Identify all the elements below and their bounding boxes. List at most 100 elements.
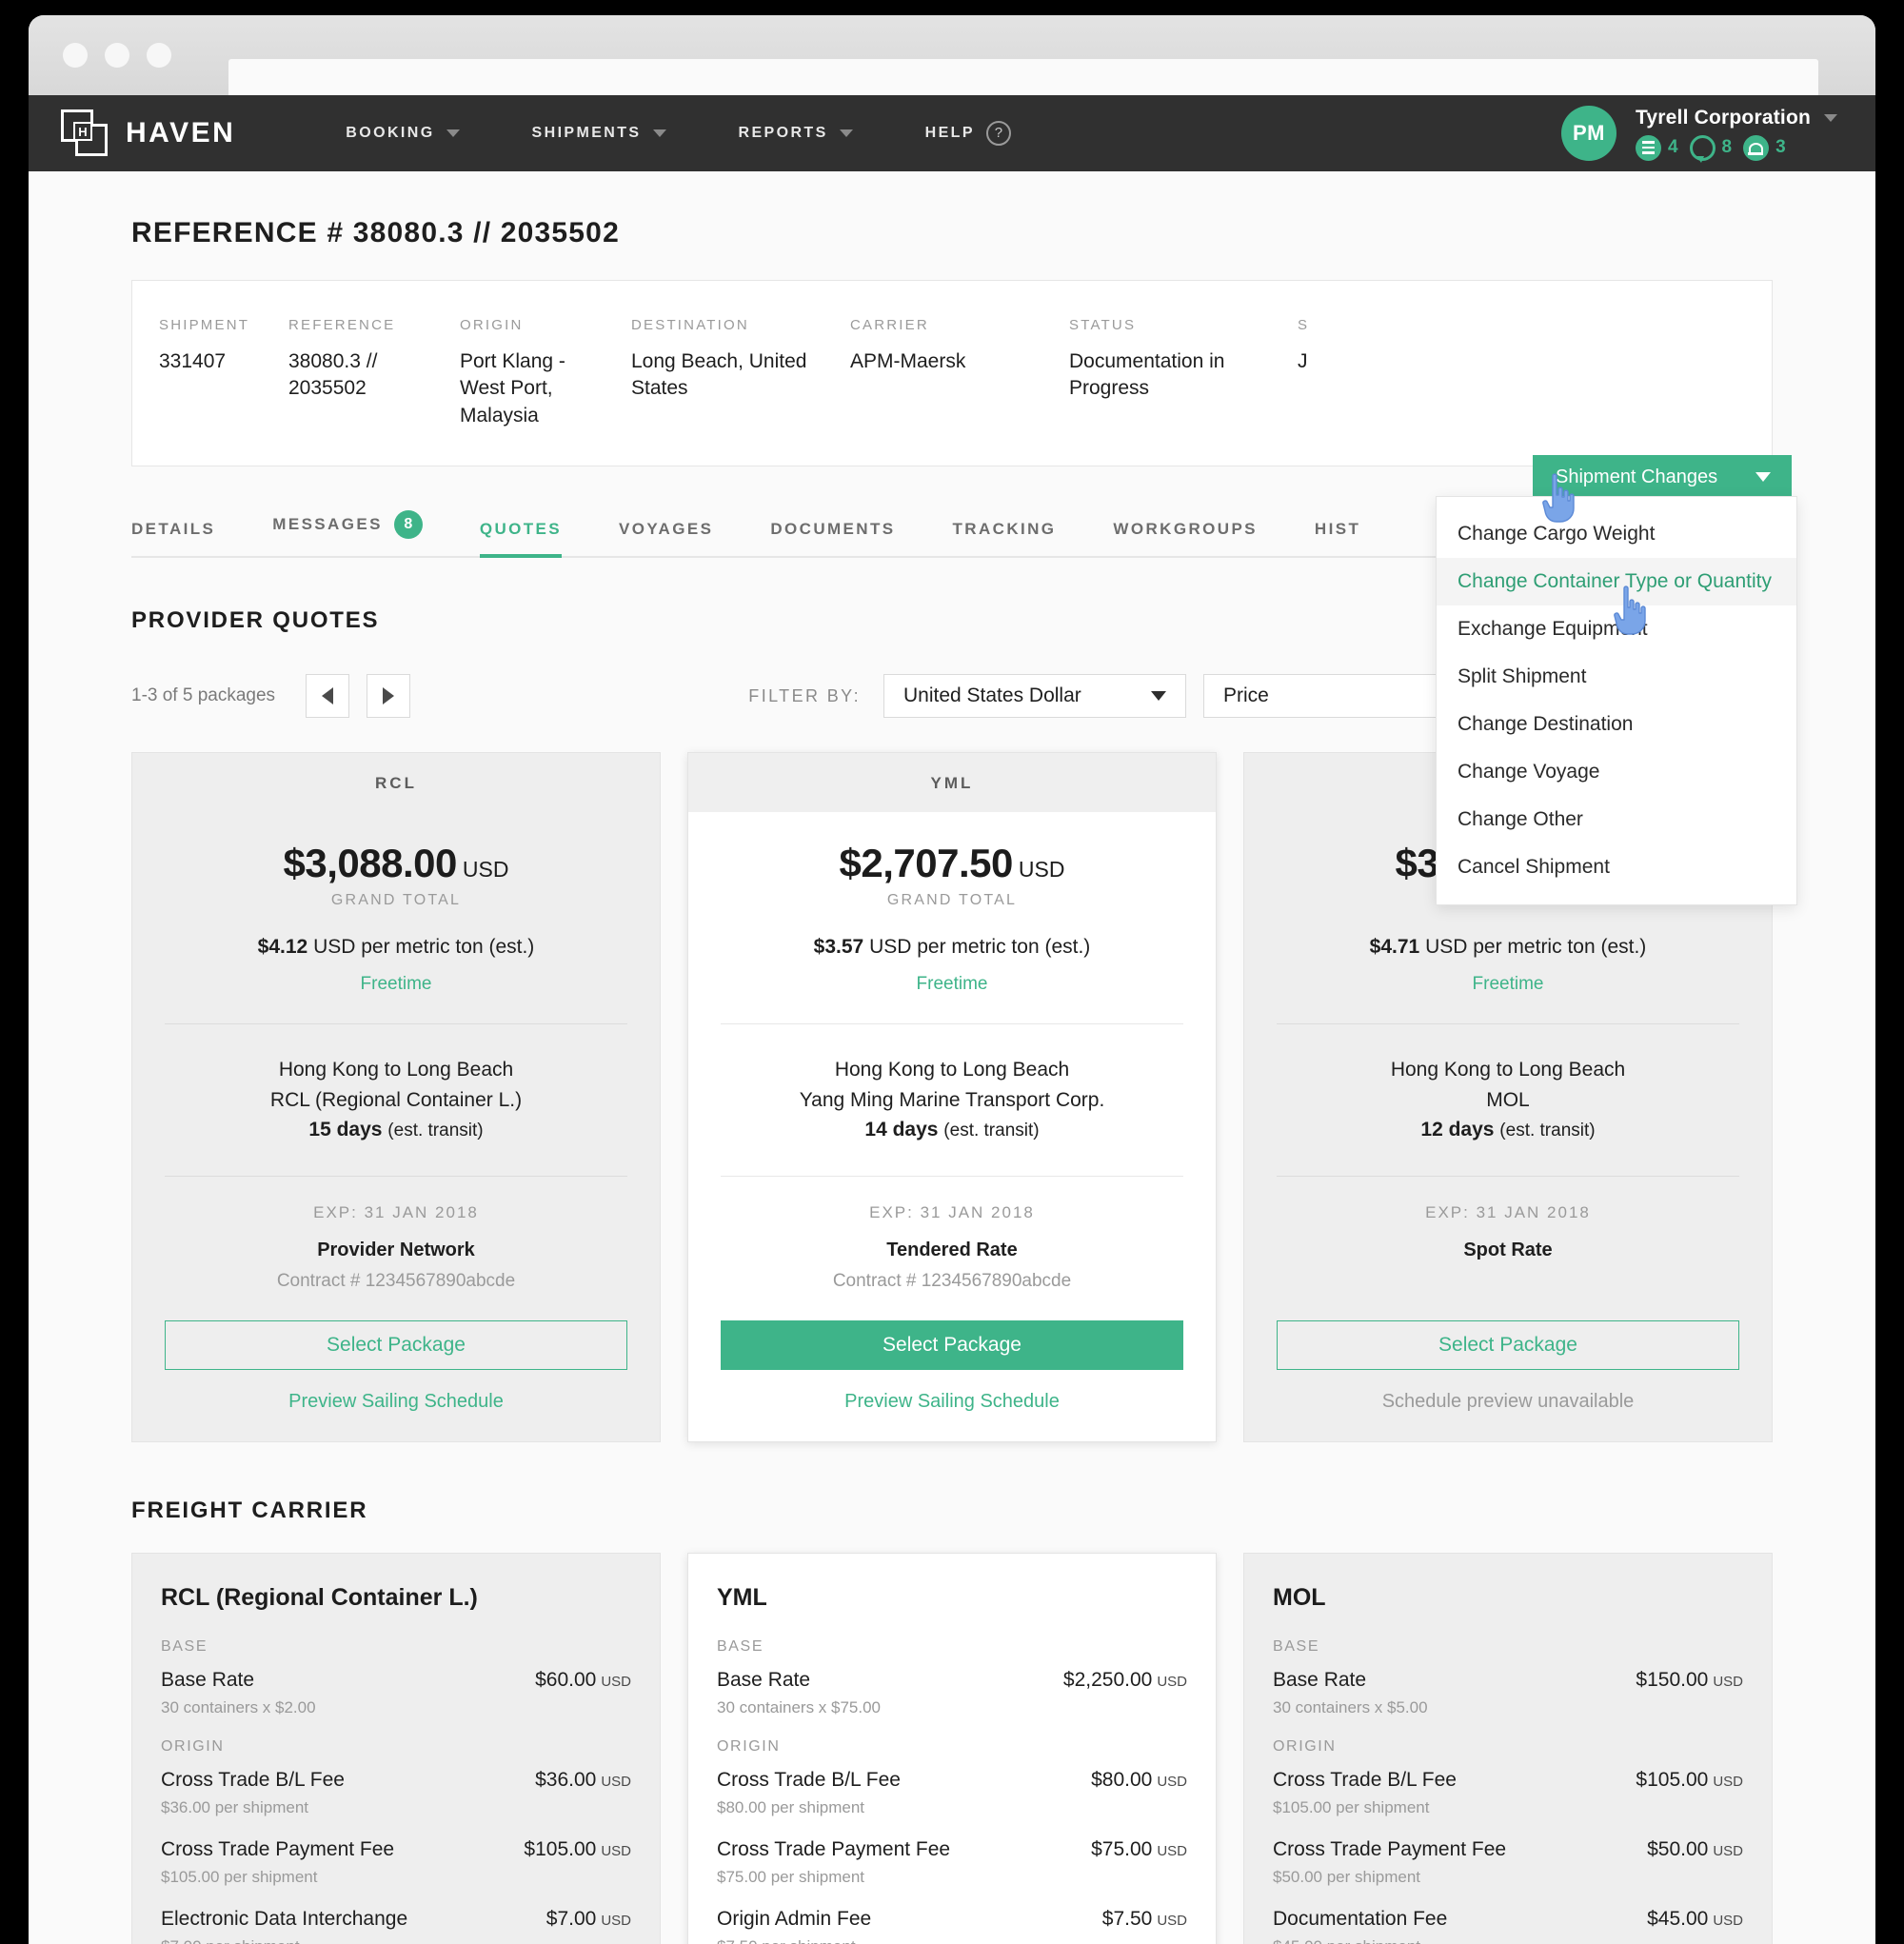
window-minimize-button[interactable] bbox=[105, 43, 129, 68]
menu-item-change-other[interactable]: Change Other bbox=[1437, 796, 1796, 843]
menu-item-change-container-type-or-quantity[interactable]: Change Container Type or Quantity bbox=[1437, 558, 1796, 605]
fee-sub: $105.00 per shipment bbox=[1273, 1797, 1430, 1816]
tab-voyages-label: VOYAGES bbox=[619, 520, 714, 539]
fee-sub: $36.00 per shipment bbox=[161, 1797, 308, 1816]
tab-documents-label: DOCUMENTS bbox=[770, 520, 896, 539]
nav-item-booking[interactable]: BOOKING bbox=[309, 125, 495, 142]
menu-item-exchange-equipment[interactable]: Exchange Equipment bbox=[1437, 605, 1796, 653]
quote-card-rcl-select-button[interactable]: Select Package bbox=[165, 1319, 627, 1370]
tab-documents[interactable]: DOCUMENTS bbox=[742, 520, 923, 556]
fee-sub: $50.00 per shipment bbox=[1273, 1867, 1420, 1886]
fee-amount: $150.00 bbox=[1636, 1668, 1709, 1691]
menu-item-cancel-shipment[interactable]: Cancel Shipment bbox=[1437, 843, 1796, 891]
top-navigation-bar: H HAVEN BOOKING SHIPMENTS REPORTS HELP ?… bbox=[29, 95, 1875, 171]
pagination-summary: 1-3 of 5 packages bbox=[131, 685, 276, 706]
pagination-next-button[interactable] bbox=[367, 674, 411, 719]
quote-card-rcl-price-row: $3,088.00 USD bbox=[165, 841, 627, 886]
quote-card-yml-freetime-link[interactable]: Freetime bbox=[721, 974, 1183, 995]
table-row: Cross Trade B/L Fee $105.00 USD $105.00 p… bbox=[1273, 1769, 1743, 1817]
quote-card-yml-transit: 14 days (est. transit) bbox=[721, 1115, 1183, 1145]
company-selector[interactable]: Tyrell Corporation bbox=[1636, 107, 1837, 129]
quote-card-yml-contract: Contract # 1234567890abcde bbox=[832, 1270, 1072, 1291]
tab-history[interactable]: HIST bbox=[1286, 520, 1389, 556]
summary-col-origin: ORIGIN Port Klang - West Port, Malaysia bbox=[433, 317, 605, 429]
address-bar[interactable] bbox=[228, 59, 1818, 97]
tab-tracking[interactable]: TRACKING bbox=[924, 520, 1085, 556]
fee-unit: USD bbox=[601, 1673, 631, 1690]
summary-col-carrier: CARRIER APM-Maersk bbox=[823, 317, 1042, 429]
quote-card-yml-per-ton-amount: $3.57 bbox=[813, 936, 864, 959]
summary-label-reference: REFERENCE bbox=[288, 317, 396, 333]
shipment-changes-button[interactable]: Shipment Changes bbox=[1533, 455, 1792, 499]
table-row: Base Rate $60.00 USD 30 containers x $2.0… bbox=[161, 1669, 631, 1717]
tab-details[interactable]: DETAILS bbox=[131, 520, 244, 556]
quote-card-rcl-exp-block: EXP: 31 JAN 2018 Provider Network Contra… bbox=[132, 1177, 660, 1292]
freight-carrier-heading: FREIGHT CARRIER bbox=[131, 1497, 368, 1523]
currency-select[interactable]: United States Dollar bbox=[883, 674, 1186, 719]
quote-card-mol-select-button[interactable]: Select Package bbox=[1277, 1319, 1739, 1370]
quote-card-yml-select-button[interactable]: Select Package bbox=[721, 1319, 1183, 1370]
fee-sub: $75.00 per shipment bbox=[717, 1867, 864, 1886]
nav-item-help[interactable]: HELP ? bbox=[889, 121, 1047, 146]
menu-item-change-cargo-weight[interactable]: Change Cargo Weight bbox=[1437, 510, 1796, 558]
window-close-button[interactable] bbox=[63, 43, 88, 68]
tab-voyages[interactable]: VOYAGES bbox=[590, 520, 742, 556]
fee-amount: $7.00 bbox=[545, 1907, 597, 1930]
quote-card-yml-provider: YML bbox=[688, 753, 1216, 813]
shipment-changes-button-label: Shipment Changes bbox=[1556, 466, 1718, 487]
quote-card-mol-freetime-link[interactable]: Freetime bbox=[1277, 974, 1739, 995]
avatar[interactable]: PM bbox=[1560, 106, 1616, 161]
pagination-prev-button[interactable] bbox=[306, 674, 350, 719]
brand-name: HAVEN bbox=[126, 117, 236, 149]
company-name: Tyrell Corporation bbox=[1635, 106, 1811, 129]
menu-item-change-destination[interactable]: Change Destination bbox=[1437, 701, 1796, 748]
fee-unit: USD bbox=[601, 1773, 631, 1790]
quote-card-rcl-per-ton: $4.12 USD per metric ton (est.) bbox=[165, 936, 627, 959]
table-row: Base Rate $2,250.00 USD 30 containers x $… bbox=[717, 1669, 1187, 1717]
freight-card-rcl-group-origin-label: ORIGIN bbox=[161, 1737, 225, 1755]
quote-card-rcl-preview-link[interactable]: Preview Sailing Schedule bbox=[132, 1391, 660, 1413]
window-maximize-button[interactable] bbox=[147, 43, 171, 68]
quote-card-rcl-freetime-link[interactable]: Freetime bbox=[165, 974, 627, 995]
tab-messages[interactable]: MESSAGES 8 bbox=[244, 510, 451, 556]
fee-amount: $36.00 bbox=[535, 1768, 597, 1791]
quote-card-yml-transit-days: 14 days bbox=[864, 1119, 939, 1141]
tab-quotes-label: QUOTES bbox=[479, 520, 563, 539]
summary-label-status: STATUS bbox=[1069, 317, 1137, 333]
fee-amount: $80.00 bbox=[1091, 1768, 1153, 1791]
messages-badge[interactable]: 8 bbox=[1689, 134, 1732, 163]
fee-name: Base Rate bbox=[1273, 1668, 1367, 1691]
quote-card-yml-total: $2,707.50 bbox=[839, 841, 1014, 886]
chevron-down-icon bbox=[446, 129, 460, 137]
list-icon bbox=[1635, 134, 1661, 161]
fee-name: Electronic Data Interchange bbox=[161, 1907, 408, 1930]
tab-details-label: DETAILS bbox=[131, 520, 216, 539]
tasks-badge[interactable]: 4 bbox=[1635, 134, 1678, 161]
quote-card-yml-preview-link[interactable]: Preview Sailing Schedule bbox=[688, 1391, 1216, 1413]
triangle-left-icon bbox=[322, 687, 334, 705]
fee-unit: USD bbox=[1157, 1773, 1187, 1790]
quote-card-yml-exp-block: EXP: 31 JAN 2018 Tendered Rate Contract … bbox=[688, 1177, 1216, 1292]
fee-name: Origin Admin Fee bbox=[717, 1907, 872, 1930]
quote-card-rcl-contract: Contract # 1234567890abcde bbox=[276, 1270, 516, 1291]
table-row: Base Rate $150.00 USD 30 containers x $5.… bbox=[1273, 1669, 1743, 1717]
summary-col-shipment: SHIPMENT 331407 bbox=[132, 317, 262, 429]
menu-item-change-voyage[interactable]: Change Voyage bbox=[1437, 748, 1796, 796]
summary-col-destination: DESTINATION Long Beach, United States bbox=[605, 317, 823, 429]
quote-card-mol-per-ton-rest: USD per metric ton (est.) bbox=[1425, 936, 1647, 959]
fee-amount: $105.00 bbox=[1636, 1768, 1709, 1791]
alerts-badge[interactable]: 3 bbox=[1743, 134, 1786, 161]
nav-item-reports[interactable]: REPORTS bbox=[703, 125, 889, 142]
freight-card-mol-group-base-label: BASE bbox=[1273, 1637, 1320, 1655]
nav-item-shipments[interactable]: SHIPMENTS bbox=[496, 125, 703, 142]
brand-logo[interactable]: H HAVEN bbox=[61, 109, 235, 157]
summary-label-obscured: S bbox=[1298, 317, 1310, 333]
shipment-changes-menu: Change Cargo Weight Change Container Typ… bbox=[1436, 496, 1797, 905]
tab-quotes[interactable]: QUOTES bbox=[451, 520, 590, 559]
tab-workgroups[interactable]: WORKGROUPS bbox=[1084, 520, 1286, 556]
user-area[interactable]: PM Tyrell Corporation 4 8 3 bbox=[1560, 106, 1837, 163]
menu-item-split-shipment[interactable]: Split Shipment bbox=[1437, 653, 1796, 701]
tab-workgroups-label: WORKGROUPS bbox=[1113, 520, 1258, 539]
table-row: Cross Trade B/L Fee $80.00 USD $80.00 per… bbox=[717, 1769, 1187, 1817]
quote-card-rcl-currency: USD bbox=[462, 857, 509, 883]
